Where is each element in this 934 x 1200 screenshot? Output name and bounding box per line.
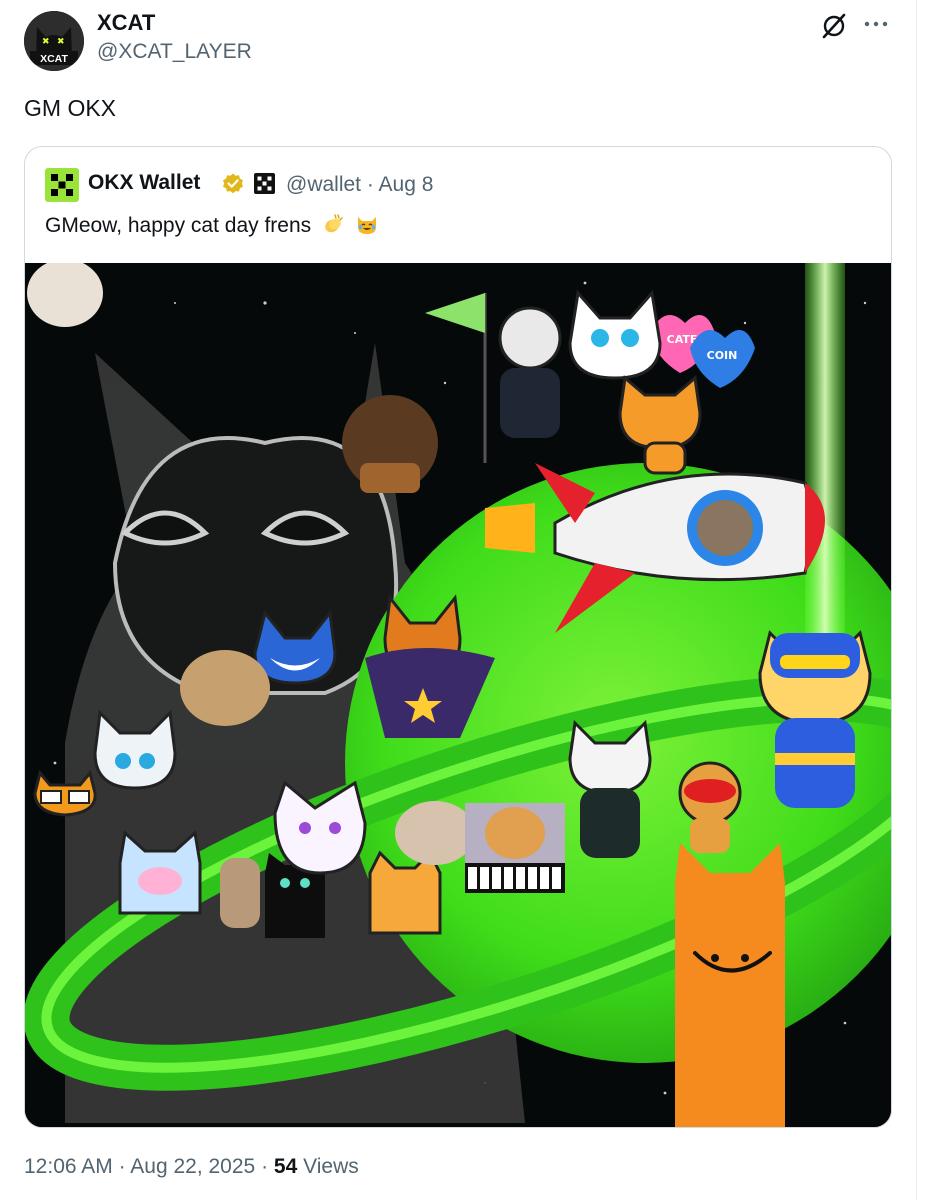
- coin-balloon-label: COIN: [707, 349, 738, 362]
- grok-icon[interactable]: [820, 12, 848, 40]
- svg-text:✖: ✖: [57, 37, 65, 47]
- quoted-display-name[interactable]: OKX Wallet: [88, 171, 200, 195]
- cat-tears-of-joy-emoji-icon: [355, 212, 379, 236]
- quoted-media-image[interactable]: CATE COIN: [25, 259, 891, 1127]
- okx-wallet-logo-icon[interactable]: [45, 168, 79, 202]
- quoted-text: GMeow, happy cat day frens: [45, 214, 312, 237]
- cat-day-illustration: CATE COIN: [25, 259, 891, 1127]
- meta-separator: ·: [366, 173, 374, 196]
- footer-separator: ·: [118, 1155, 126, 1178]
- column-divider: [916, 0, 917, 1200]
- tweet-date[interactable]: Aug 22, 2025: [130, 1155, 255, 1178]
- author-display-name[interactable]: XCAT: [97, 10, 155, 36]
- quoted-text-line: GMeow, happy cat day frens: [45, 212, 379, 238]
- tweet-footer-meta: 12:06 AM · Aug 22, 2025 · 54 Views: [24, 1155, 359, 1179]
- more-dots-icon[interactable]: [862, 10, 890, 38]
- avatar-text: XCAT: [40, 53, 68, 65]
- cat-avatar-icon: ✖ ✖ XCAT: [24, 11, 84, 71]
- quoted-date[interactable]: Aug 8: [379, 173, 434, 196]
- svg-text:✖: ✖: [42, 37, 50, 47]
- okx-affiliate-icon[interactable]: [254, 173, 275, 194]
- verified-badge-icon: [221, 172, 245, 196]
- author-avatar[interactable]: ✖ ✖ XCAT: [24, 11, 84, 71]
- author-handle[interactable]: @XCAT_LAYER: [97, 40, 252, 64]
- views-count[interactable]: 54: [274, 1155, 297, 1178]
- clapping-hands-emoji-icon: [321, 212, 345, 236]
- tweet-time[interactable]: 12:06 AM: [24, 1155, 113, 1178]
- footer-separator: ·: [261, 1155, 269, 1178]
- quoted-meta: @wallet · Aug 8: [286, 173, 433, 197]
- quoted-handle[interactable]: @wallet: [286, 173, 361, 196]
- views-label[interactable]: Views: [303, 1155, 359, 1178]
- tweet-text: GM OKX: [24, 95, 117, 121]
- quoted-tweet-card[interactable]: OKX Wallet @wallet · Aug 8 GMeow, happy …: [24, 146, 892, 1128]
